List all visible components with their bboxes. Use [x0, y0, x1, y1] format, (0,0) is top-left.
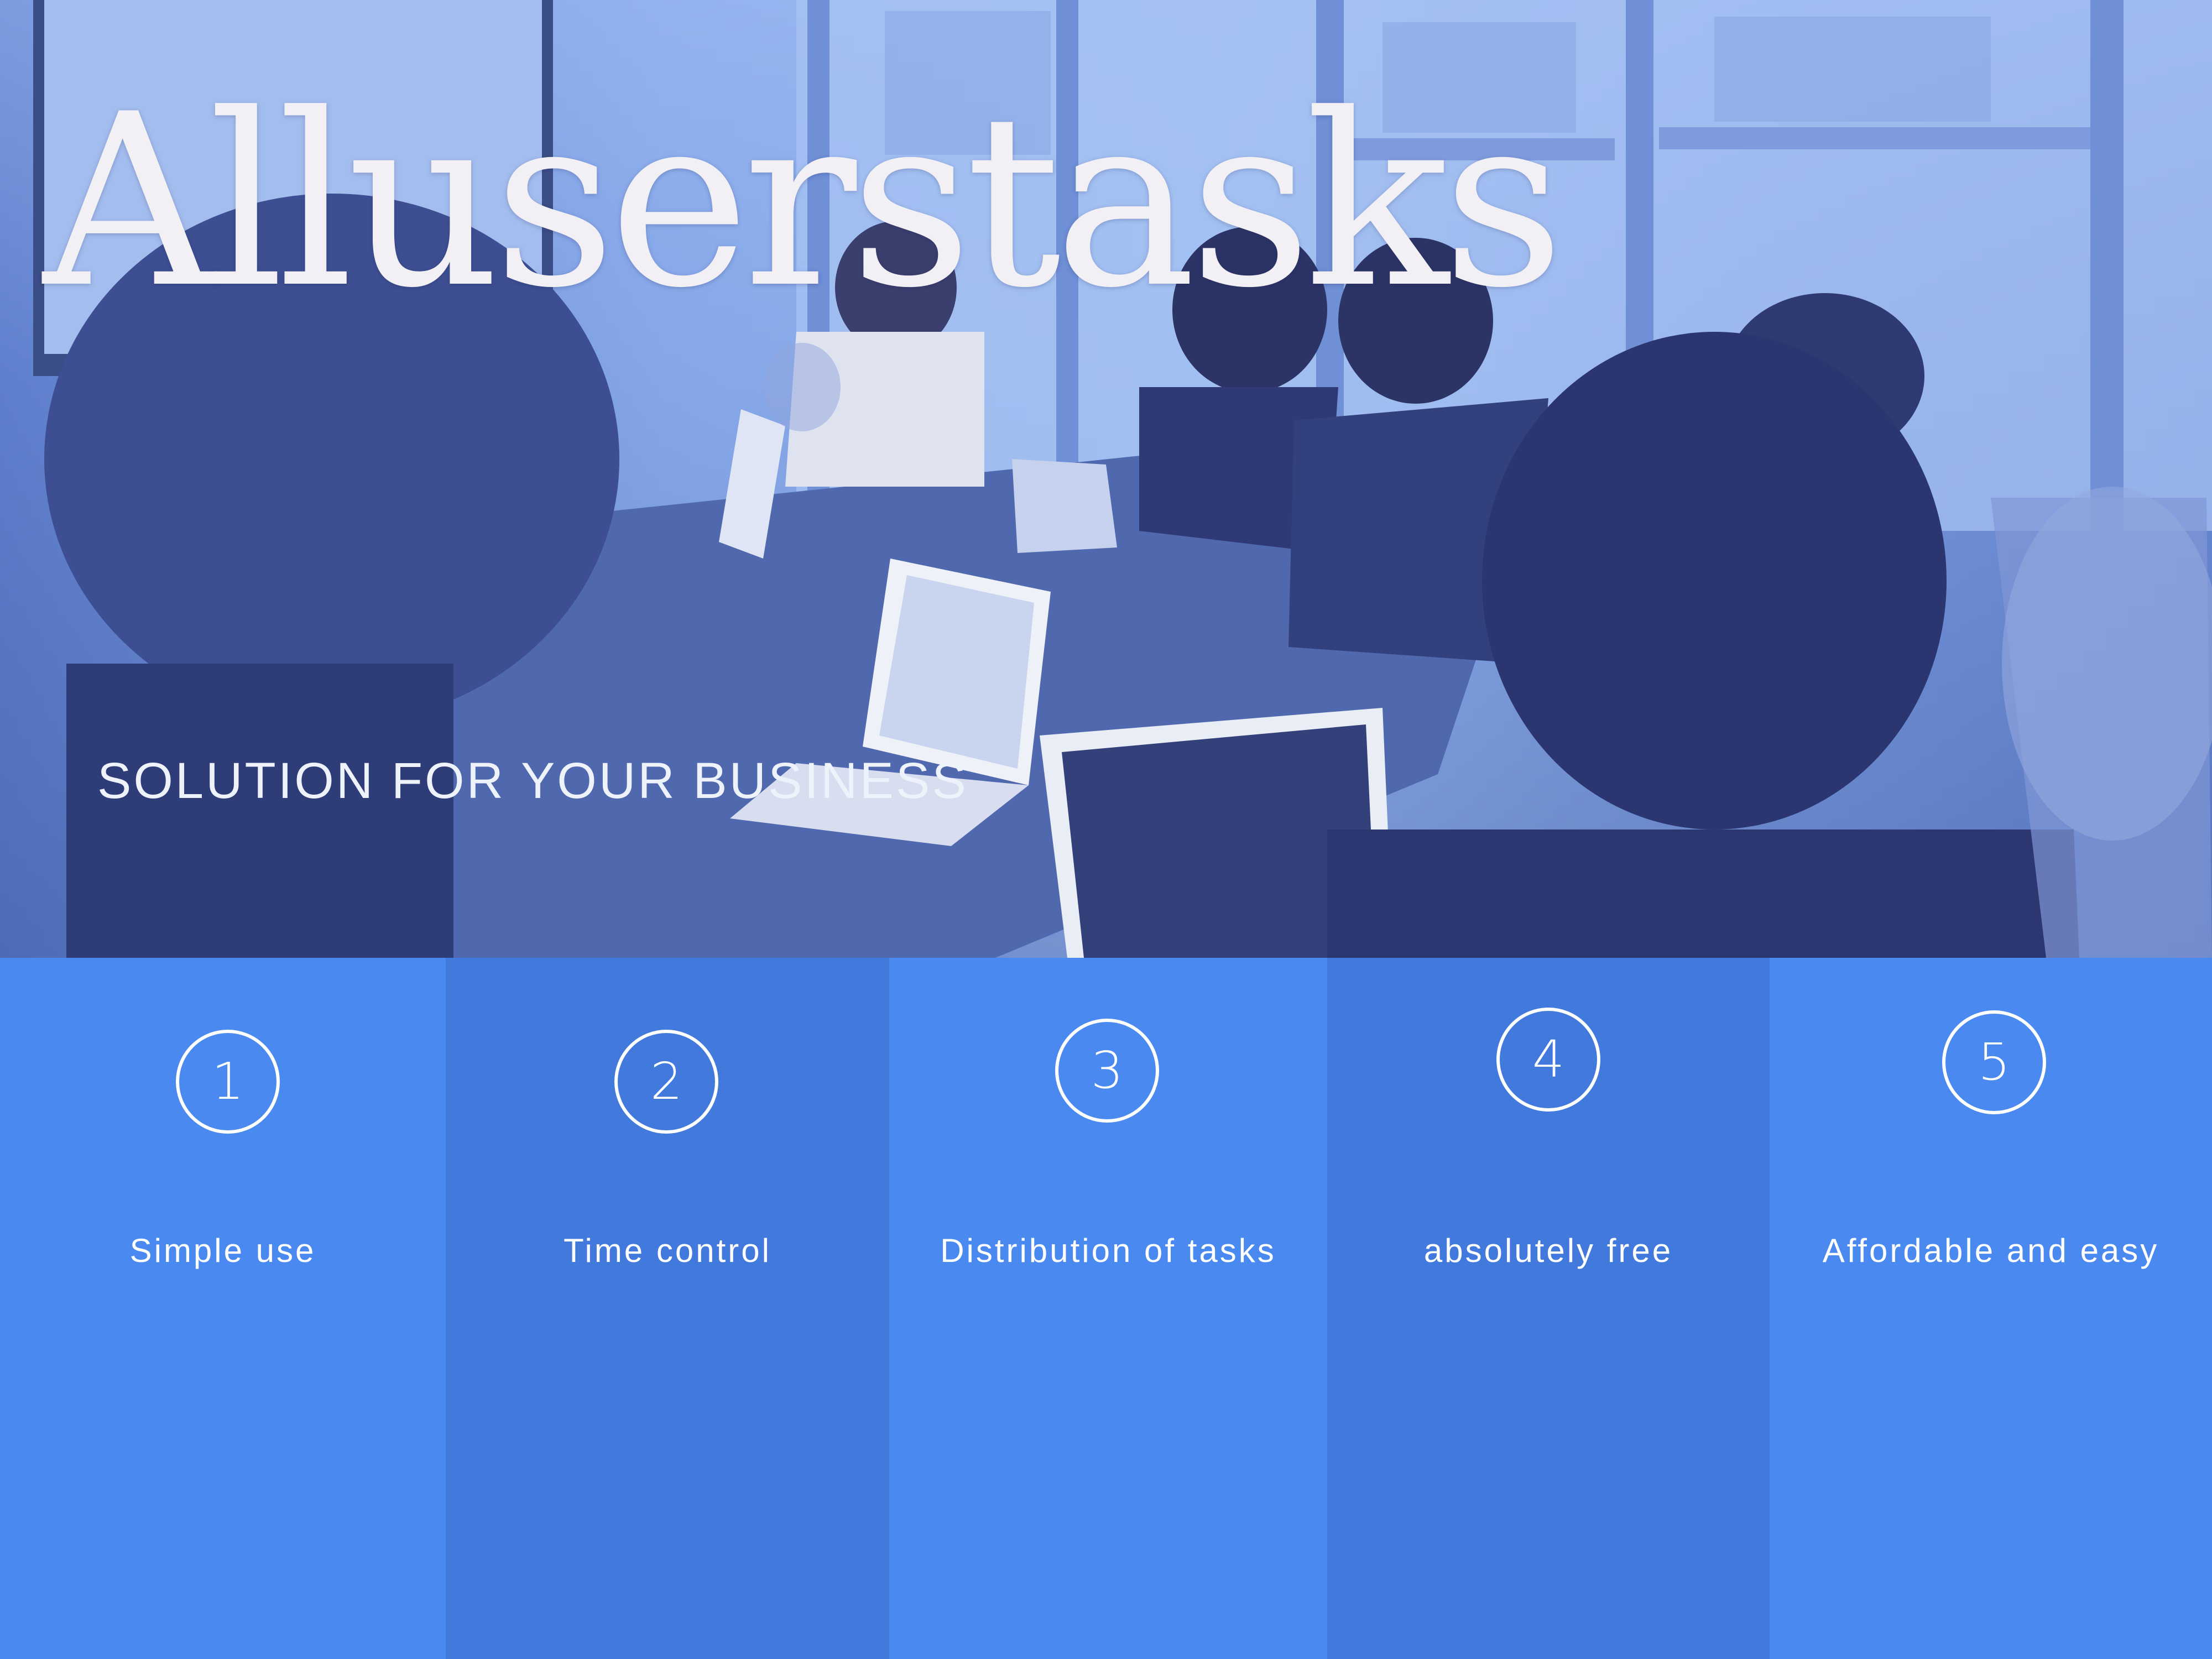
feature-number-4: 4 [1496, 1008, 1600, 1112]
hero-title: Alluserstasks [43, 64, 1564, 340]
feature-number-3: 3 [1055, 1019, 1159, 1123]
feature-label-2: Time control [564, 1232, 771, 1269]
feature-column-1: 1 Simple use [0, 958, 446, 1659]
feature-number-5: 5 [1942, 1010, 2046, 1114]
feature-column-5: 5 Affordable and easy [1770, 958, 2212, 1659]
feature-label-4: absolutely free [1423, 1232, 1673, 1269]
feature-column-4: 4 absolutely free [1327, 958, 1770, 1659]
feature-column-2: 2 Time control [446, 958, 889, 1659]
feature-number-2: 2 [614, 1030, 718, 1134]
features-row: 1 Simple use 2 Time control 3 Distributi… [0, 958, 2212, 1659]
feature-label-5: Affordable and easy [1822, 1232, 2159, 1269]
feature-number-1: 1 [176, 1030, 280, 1134]
feature-label-3: Distribution of tasks [940, 1232, 1276, 1269]
feature-label-1: Simple use [129, 1232, 316, 1269]
hero-banner: Alluserstasks SOLUTION FOR YOUR BUSINESS [0, 0, 2212, 958]
feature-column-3: 3 Distribution of tasks [889, 958, 1327, 1659]
hero-subtitle: SOLUTION FOR YOUR BUSINESS [97, 753, 968, 809]
